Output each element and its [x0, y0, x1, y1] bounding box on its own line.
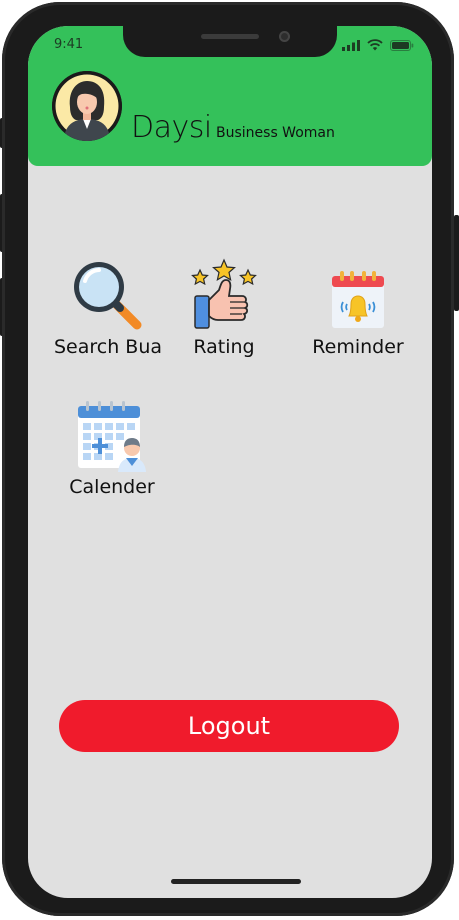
status-bar: 9:41: [28, 26, 432, 60]
businesswoman-avatar-icon: [52, 71, 122, 141]
menu-item-reminder[interactable]: Reminder: [298, 262, 418, 358]
battery-icon: [390, 40, 414, 51]
calendar-doctor-icon: [78, 401, 146, 472]
profile-name: Daysi: [131, 110, 212, 145]
speaker: [201, 34, 259, 39]
menu-item-rating[interactable]: Rating: [164, 258, 284, 358]
menu-item-search-bua[interactable]: Search Bua: [48, 258, 168, 358]
power-button: [454, 215, 459, 311]
phone-frame: 9:41 Daysi Business Woman Search Bua Rat…: [2, 2, 454, 916]
profile-role: Business Woman: [216, 125, 335, 141]
wifi-icon: [367, 39, 383, 51]
signal-icon: [342, 40, 360, 51]
menu-item-calender[interactable]: Calender: [52, 398, 172, 498]
front-camera: [279, 31, 290, 42]
calendar-bell-icon: [332, 271, 384, 328]
thumbs-up-stars-icon: [191, 258, 257, 329]
status-time: 9:41: [54, 37, 84, 52]
notch: [123, 26, 337, 57]
status-icons: [342, 39, 414, 51]
profile-header: Daysi Business Woman: [28, 60, 432, 166]
menu-item-label: Reminder: [312, 336, 404, 358]
avatar: [52, 71, 122, 141]
menu-item-label: Rating: [193, 336, 255, 358]
menu-item-label: Calender: [69, 476, 155, 498]
app-screen: 9:41 Daysi Business Woman Search Bua Rat…: [28, 26, 432, 898]
magnifier-icon: [74, 262, 142, 330]
logout-button[interactable]: Logout: [59, 700, 399, 752]
home-indicator: [171, 879, 301, 884]
menu-item-label: Search Bua: [53, 336, 163, 358]
